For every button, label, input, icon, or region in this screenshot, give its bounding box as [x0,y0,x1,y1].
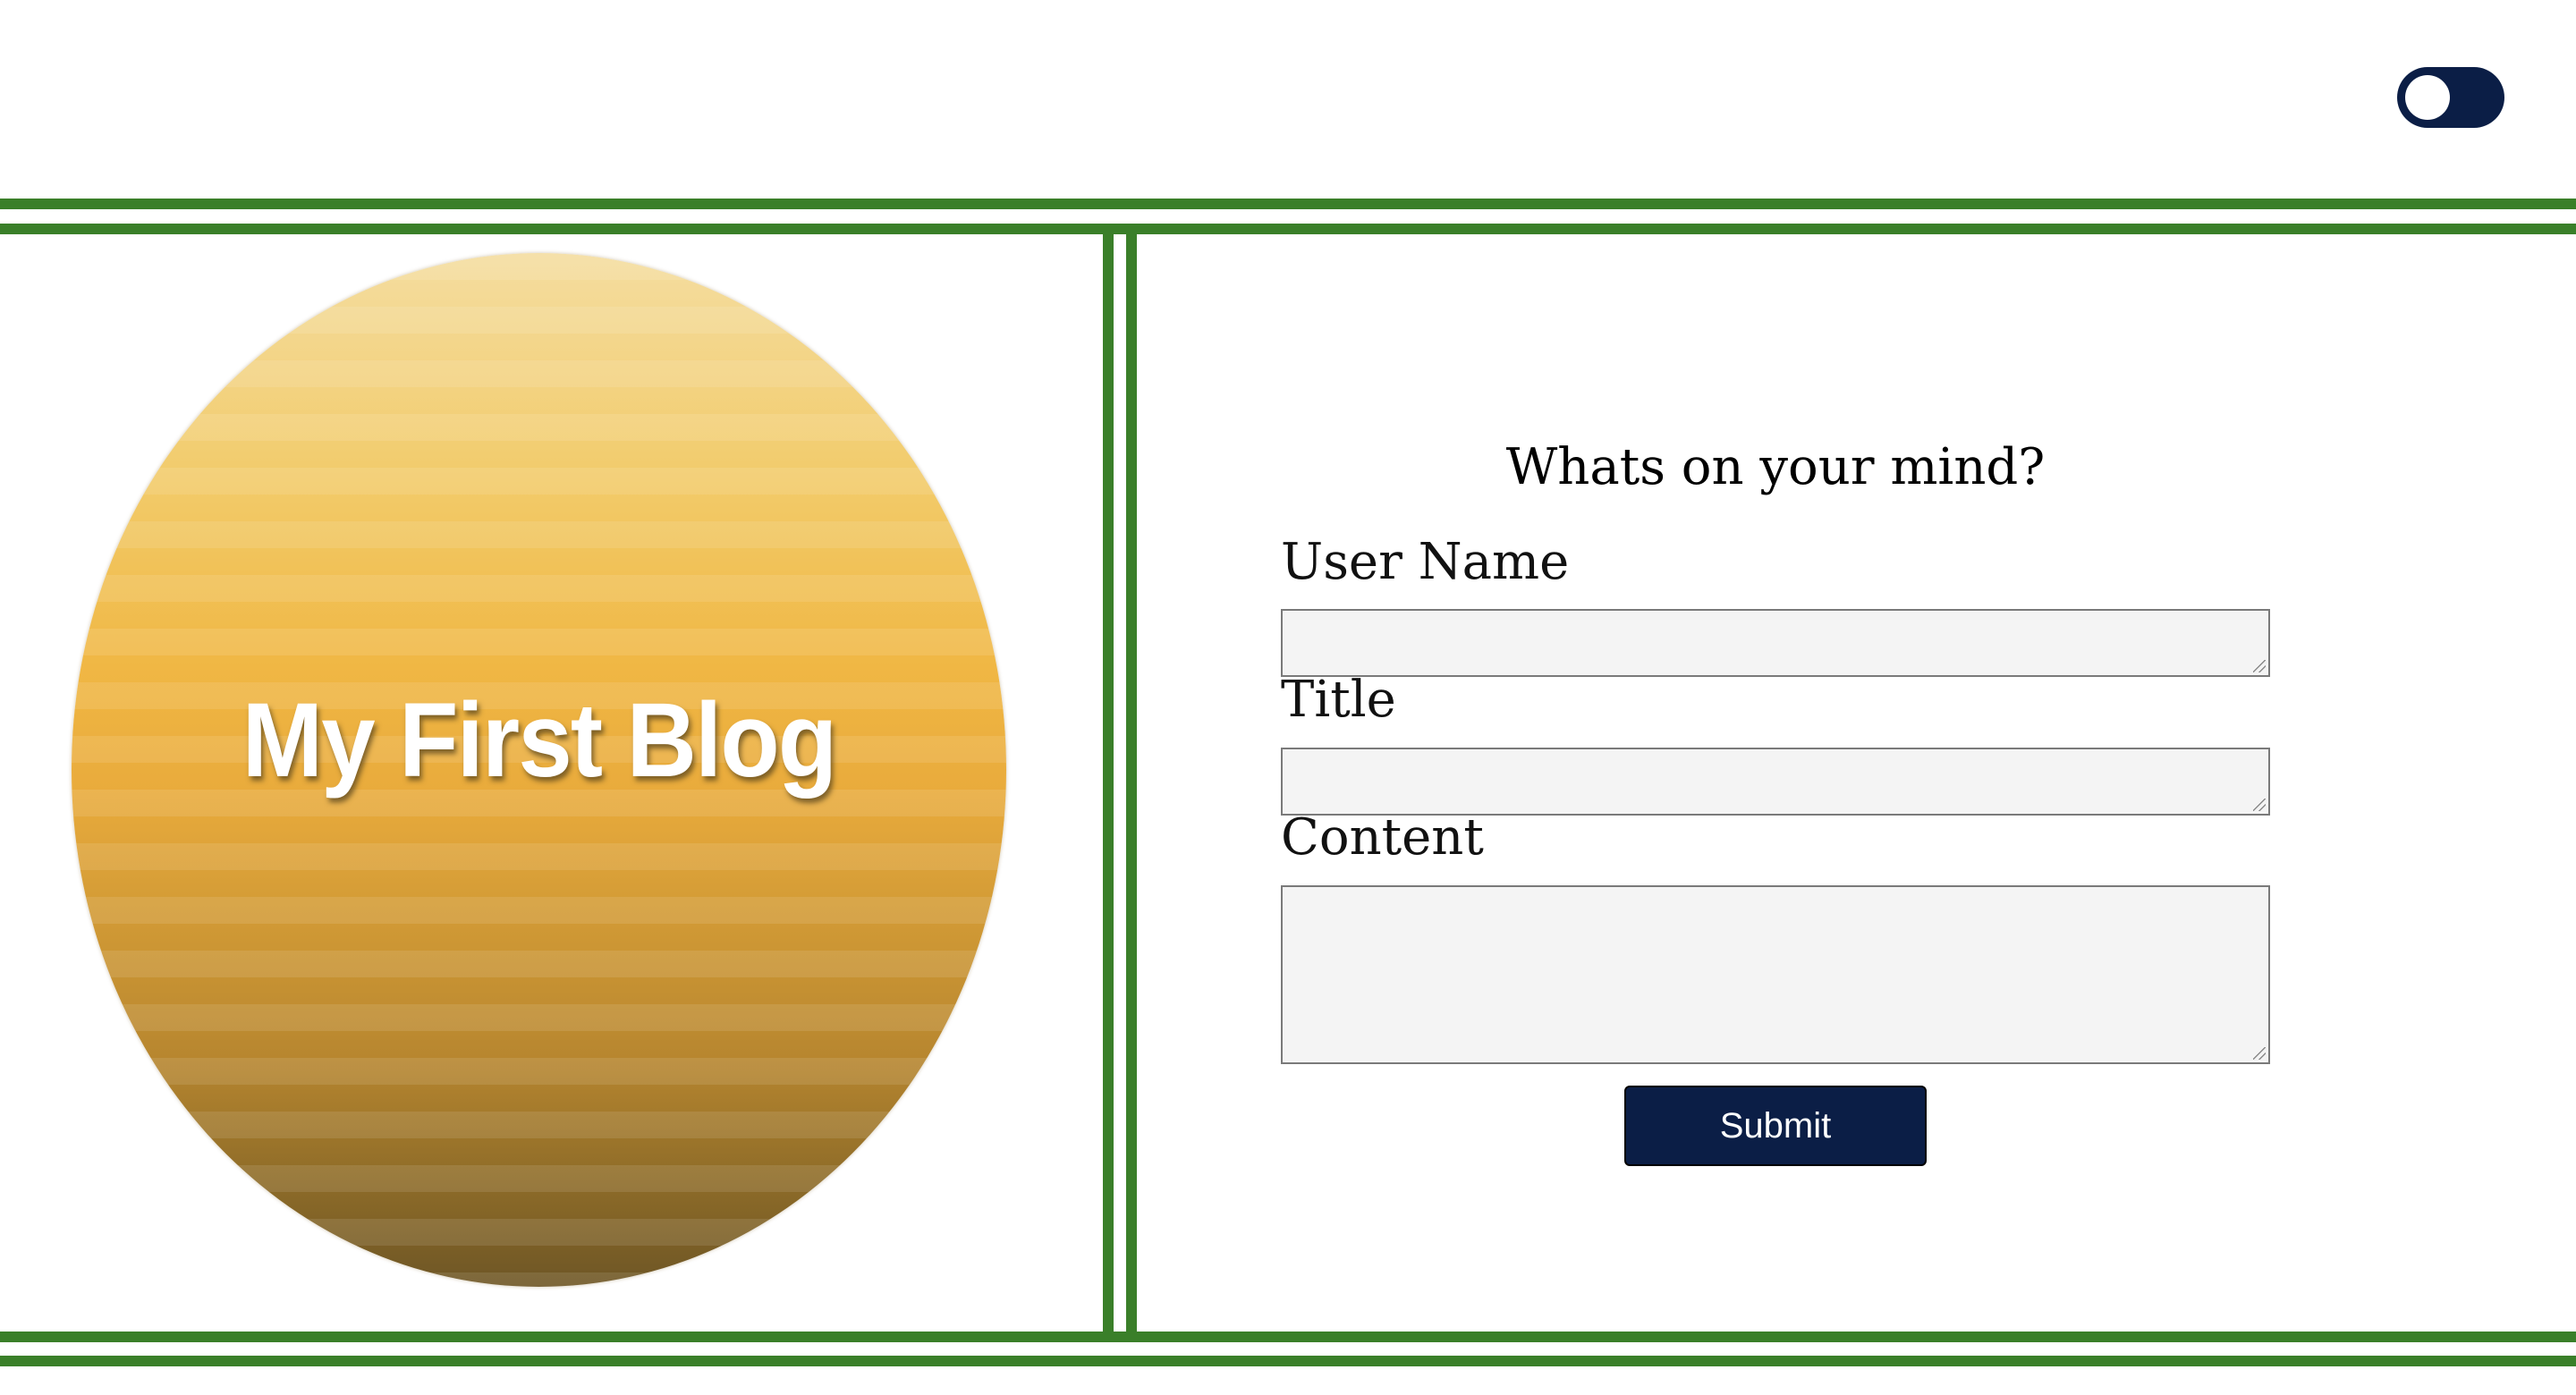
bottom-divider-line-2 [0,1356,2576,1366]
form-heading: Whats on your mind? [1505,438,2046,496]
toggle-knob [2405,75,2450,120]
submit-button[interactable]: Submit [1624,1086,1927,1166]
title-field[interactable] [1281,748,2270,816]
bottom-divider-line-1 [0,1332,2576,1342]
resize-grip-icon[interactable] [2253,1047,2266,1060]
resize-grip-icon[interactable] [2253,799,2266,811]
vertical-divider-line-2 [1126,234,1137,1332]
top-divider-line-1 [0,199,2576,209]
username-field[interactable] [1281,609,2270,677]
resize-grip-icon[interactable] [2253,660,2266,672]
top-divider-line-2 [0,224,2576,234]
title-label: Title [1281,671,1396,729]
username-label: User Name [1281,533,1570,591]
blog-logo-text: My First Blog [242,681,837,799]
content-field[interactable] [1281,885,2270,1064]
content-label: Content [1281,808,1484,867]
vertical-divider-line-1 [1103,234,1114,1332]
theme-toggle[interactable] [2397,67,2504,128]
